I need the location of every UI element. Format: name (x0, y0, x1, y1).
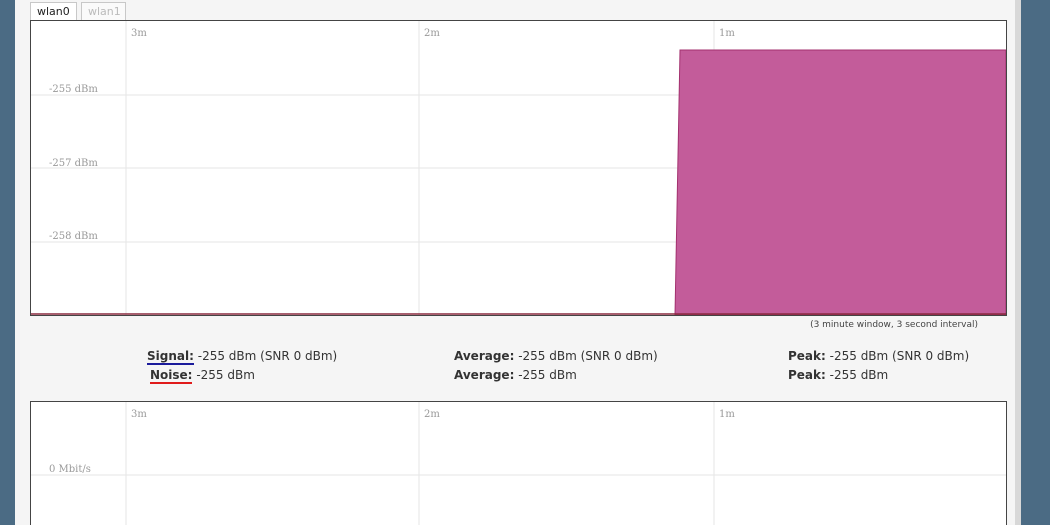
time-label-1m: 1m (719, 28, 735, 39)
noise-peak-label: Peak: (788, 368, 826, 382)
signal-average-label: Average: (454, 349, 515, 363)
signal-current-value: -255 dBm (SNR 0 dBm) (197, 349, 338, 363)
y-label: 0 Mbit/s (49, 464, 91, 475)
time-label-3m: 3m (131, 409, 147, 420)
signal-chart-svg: 3m 2m 1m -255 dBm -257 dBm -258 dBm (31, 21, 1006, 315)
signal-peak-label: Peak: (788, 349, 826, 363)
y-label: -258 dBm (49, 231, 98, 242)
signal-chart: 3m 2m 1m -255 dBm -257 dBm -258 dBm (30, 20, 1007, 316)
noise-average-label: Average: (454, 368, 515, 382)
noise-current: Noise: -255 dBm (150, 368, 255, 384)
scrollbar-track[interactable] (1015, 0, 1021, 525)
noise-average: Average: -255 dBm (454, 368, 577, 382)
signal-area (674, 49, 1006, 315)
time-label-2m: 2m (424, 409, 440, 420)
traffic-chart-svg: 3m 2m 1m 0 Mbit/s (31, 402, 1006, 525)
signal-legend-label: Signal: (147, 349, 194, 365)
y-label: -255 dBm (49, 84, 98, 95)
signal-current: Signal: -255 dBm (SNR 0 dBm) (147, 349, 338, 365)
noise-peak-value: -255 dBm (829, 368, 889, 382)
signal-peak: Peak: -255 dBm (SNR 0 dBm) (788, 349, 969, 363)
time-label-2m: 2m (424, 28, 440, 39)
page: wlan0 wlan1 3m 2m 1m -255 dBm -257 dBm -… (15, 0, 1015, 525)
tab-wlan1[interactable]: wlan1 (81, 2, 126, 20)
window-note: (3 minute window, 3 second interval) (810, 320, 978, 330)
tab-wlan0[interactable]: wlan0 (30, 2, 77, 20)
signal-peak-value: -255 dBm (SNR 0 dBm) (829, 349, 970, 363)
signal-average-value: -255 dBm (SNR 0 dBm) (518, 349, 658, 363)
noise-peak: Peak: -255 dBm (788, 368, 888, 382)
time-label-1m: 1m (719, 409, 735, 420)
noise-legend-label: Noise: (150, 368, 193, 384)
noise-average-value: -255 dBm (518, 368, 577, 382)
noise-current-value: -255 dBm (196, 368, 255, 382)
y-label: -257 dBm (49, 158, 98, 169)
traffic-chart: 3m 2m 1m 0 Mbit/s (30, 401, 1007, 525)
time-label-3m: 3m (131, 28, 147, 39)
signal-average: Average: -255 dBm (SNR 0 dBm) (454, 349, 658, 363)
